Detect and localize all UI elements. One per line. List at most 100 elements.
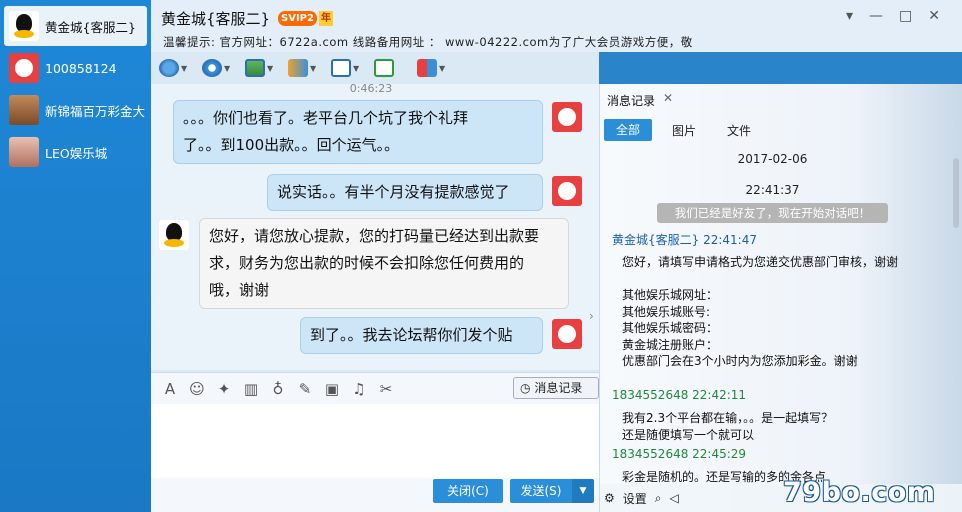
message-line: 哦，谢谢	[209, 281, 270, 299]
folder-icon	[288, 59, 308, 77]
close-icon[interactable]: ✕	[928, 8, 940, 24]
message-bubble: 。。。你们也看了。老平台几个坑了我个礼拜 了。。到100出款。。回个运气。。	[173, 100, 543, 164]
qq-penguin-icon	[9, 11, 39, 41]
video-call-button[interactable]: ▼	[202, 55, 238, 81]
apps-button[interactable]: ▼	[417, 55, 453, 81]
message-list[interactable]: 0:46:23 。。。你们也看了。老平台几个坑了我个礼拜 了。。到100出款。。…	[151, 84, 599, 370]
add-chat-button[interactable]	[374, 55, 410, 81]
history-time: 22:41:37	[745, 183, 800, 197]
chevron-down-icon: ▼	[353, 63, 360, 73]
watermark-logo: 79bo.com	[783, 477, 936, 508]
filter-images-button[interactable]: 图片	[672, 122, 696, 139]
close-icon[interactable]: ✕	[663, 91, 673, 105]
minimize-icon[interactable]: —	[869, 8, 883, 24]
screen-share-button[interactable]: ▼	[331, 55, 367, 81]
send-options-button[interactable]: ▼	[572, 479, 594, 503]
microphone-icon[interactable]: ♁	[269, 380, 287, 398]
edit-icon[interactable]: ✎	[296, 380, 314, 398]
message-history-button[interactable]: ◷ 消息记录 ▾	[513, 377, 599, 415]
message-line: 。。。你们也看了。老平台几个坑了我个礼拜	[183, 109, 469, 127]
filter-files-button[interactable]: 文件	[727, 122, 751, 139]
contact-name: 100858124	[45, 60, 117, 76]
history-text: 您好，请填写申请格式为您递交优惠部门审核，谢谢 其他娱乐城网址： 其他娱乐城账号…	[622, 255, 899, 368]
collapse-panel-icon[interactable]: ›	[589, 309, 594, 323]
music-icon[interactable]: ♫	[350, 380, 368, 398]
message-line: 到了。。我去论坛帮你们发个贴	[310, 326, 513, 344]
contact-item[interactable]: LEO娱乐城	[4, 132, 147, 172]
settings-label[interactable]: 设置	[623, 490, 647, 507]
system-message: 我们已经是好友了，现在开始对话吧！	[657, 203, 888, 223]
chevron-down-icon: ▼	[181, 63, 188, 73]
chevron-down-icon: ▼	[267, 63, 274, 73]
leo-avatar-icon	[9, 137, 39, 167]
image-icon[interactable]: ▣	[323, 380, 341, 398]
filter-all-button[interactable]: 全部	[604, 119, 652, 141]
contact-name: 新锦福百万彩金大	[45, 103, 146, 119]
close-button[interactable]: 关闭(C)	[433, 479, 503, 503]
gear-icon[interactable]: ⚙	[604, 491, 615, 505]
history-sender: 黄金城{客服二} 22:41:47	[612, 233, 757, 247]
history-sender: 1834552648 22:45:29	[612, 447, 747, 461]
settings-dropdown-icon[interactable]: ▾	[846, 8, 853, 24]
message-bubble: 说实话。。有半个月没有提款感觉了	[267, 174, 543, 211]
notice-text: 温馨提示: 官方网址：6722a.com 线路备用网址 ： www-04222.…	[163, 35, 693, 49]
history-date: 2017-02-06	[737, 152, 808, 166]
screen-icon	[245, 59, 265, 77]
contact-item[interactable]: 新锦福百万彩金大	[4, 90, 147, 130]
contact-sidebar: 黄金城{客服二} 100858124 新锦福百万彩金大 LEO娱乐城	[0, 0, 151, 512]
page-title: 黄金城{客服二}	[161, 10, 271, 28]
history-panel: 消息记录 ✕ 全部 图片 文件 2017-02-06 22:41:37 我们已经…	[599, 84, 962, 512]
file-transfer-button[interactable]: ▼	[288, 55, 324, 81]
tab-message-history[interactable]: 消息记录	[607, 92, 655, 109]
emoji-icon[interactable]: ☺	[188, 380, 206, 398]
message-timestamp: 0:46:23	[349, 84, 393, 95]
svip-badge: SVIP2 年	[278, 10, 333, 27]
shake-icon[interactable]: ▥	[242, 380, 260, 398]
chevron-down-icon: ▼	[310, 63, 317, 73]
contact-name: LEO娱乐城	[45, 145, 108, 161]
monitor-icon	[331, 59, 351, 77]
voice-call-button[interactable]: ▼	[159, 55, 195, 81]
dog-avatar-icon[interactable]	[552, 102, 582, 132]
font-icon[interactable]: A	[161, 380, 179, 398]
dog-avatar-icon	[9, 53, 39, 83]
dog-avatar-icon[interactable]	[552, 176, 582, 206]
message-line: 了。。到100出款。。回个运气。。	[183, 136, 400, 154]
qq-penguin-icon[interactable]	[159, 220, 189, 250]
chat-toolbar: ▼ ▼ ▼ ▼ ▼ ▼	[151, 52, 599, 84]
message-line: 您好，请您放心提款，您的打码量已经达到出款要	[209, 227, 540, 245]
volume-icon[interactable]: ◁	[670, 491, 679, 505]
message-history-label: 消息记录	[534, 381, 583, 395]
message-bubble: 您好，请您放心提款，您的打码量已经达到出款要 求，财务为您出款的时候不会扣除您任…	[199, 218, 569, 309]
contact-name: 黄金城{客服二}	[45, 19, 136, 35]
camera-icon	[202, 59, 222, 77]
add-chat-icon	[374, 59, 394, 77]
message-line: 说实话。。有半个月没有提款感觉了	[277, 183, 510, 201]
send-button[interactable]: 发送(S)	[510, 479, 572, 503]
svip-level: SVIP2	[278, 11, 317, 26]
dog-avatar-icon[interactable]	[552, 319, 582, 349]
apps-icon	[417, 59, 437, 77]
search-icon[interactable]: ⌕	[655, 491, 662, 506]
message-line: 求，财务为您出款的时候不会扣除您任何费用的	[209, 254, 525, 272]
message-input[interactable]	[151, 404, 599, 478]
girl-avatar-icon	[9, 95, 39, 125]
remote-desktop-button[interactable]: ▼	[245, 55, 281, 81]
maximize-icon[interactable]: □	[899, 8, 912, 24]
chevron-down-icon: ▼	[224, 63, 231, 73]
history-text: 我有2.3个平台都在输，。。是一起填写？ 还是随便填写一个就可以	[622, 411, 834, 442]
svip-year: 年	[318, 11, 333, 26]
chat-window: 黄金城{客服二} SVIP2 年 温馨提示: 官方网址：6722a.com 线路…	[151, 0, 962, 512]
chevron-down-icon: ▼	[439, 63, 446, 73]
history-sender: 1834552648 22:42:11	[612, 388, 747, 402]
scissors-icon[interactable]: ✂	[377, 380, 395, 398]
window-controls: ▾ — □ ✕	[846, 8, 940, 24]
clock-icon: ◷	[520, 381, 531, 395]
message-bubble: 到了。。我去论坛帮你们发个贴	[300, 317, 543, 354]
magic-icon[interactable]: ✦	[215, 380, 233, 398]
history-scrollbar[interactable]	[953, 158, 959, 228]
chat-header: 黄金城{客服二} SVIP2 年 温馨提示: 官方网址：6722a.com 线路…	[151, 0, 962, 52]
contact-item[interactable]: 100858124	[4, 48, 147, 88]
contact-item[interactable]: 黄金城{客服二}	[4, 6, 147, 46]
microphone-icon	[159, 59, 179, 77]
